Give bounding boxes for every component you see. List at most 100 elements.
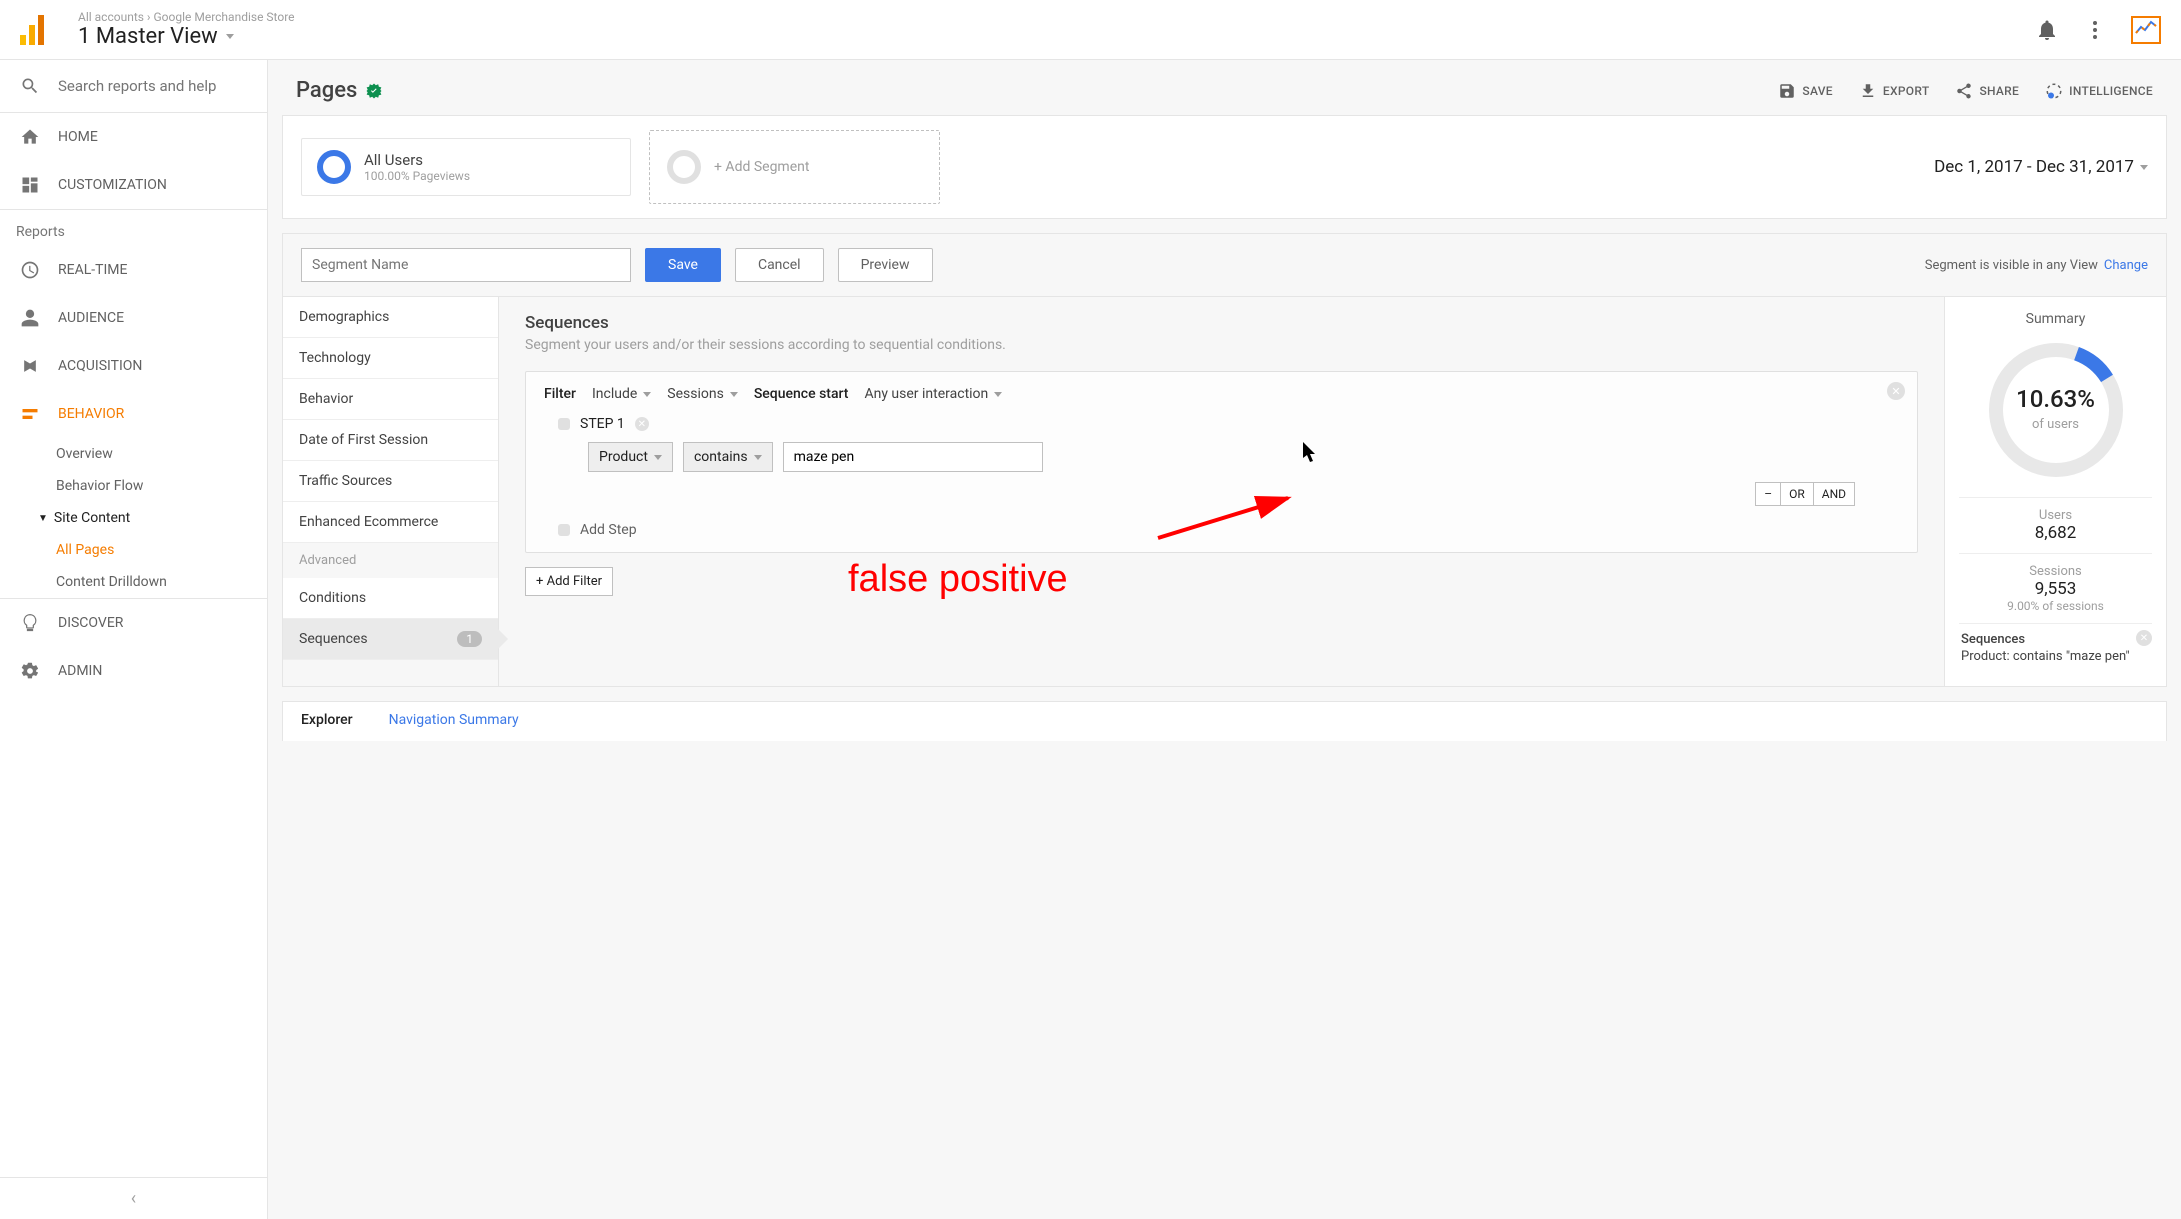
summary-percent: 10.63% — [1981, 385, 2131, 413]
sessions-label: Sessions — [1959, 564, 2152, 579]
remove-condition-button[interactable]: – — [1755, 482, 1781, 506]
sidebar: HOME CUSTOMIZATION Reports REAL-TIME AUD… — [0, 60, 268, 1219]
verified-icon — [365, 82, 383, 100]
seq-start-dropdown[interactable]: Any user interaction — [864, 386, 1002, 402]
breadcrumb[interactable]: All accounts › Google Merchandise Store — [78, 10, 295, 24]
nav-discover[interactable]: DISCOVER — [0, 599, 267, 647]
editor-title: Sequences — [525, 313, 1918, 333]
clock-icon — [20, 260, 40, 280]
topbar: All accounts › Google Merchandise Store … — [0, 0, 2181, 60]
nav-acquisition[interactable]: ACQUISITION — [0, 342, 267, 390]
dashboard-icon — [20, 175, 40, 195]
remove-filter-button[interactable]: ✕ — [1887, 382, 1905, 400]
main-content: Pages SAVE EXPORT SHARE INTELLIGENCE All… — [268, 60, 2181, 1219]
cat-ecommerce[interactable]: Enhanced Ecommerce — [283, 502, 498, 543]
cat-technology[interactable]: Technology — [283, 338, 498, 379]
bulb-icon — [20, 613, 40, 633]
nav-customization[interactable]: CUSTOMIZATION — [0, 161, 267, 209]
condition-value-input[interactable] — [783, 442, 1043, 472]
seq-summary-close[interactable]: ✕ — [2136, 630, 2152, 646]
scope-dropdown[interactable]: Sessions — [667, 386, 738, 402]
search-input[interactable] — [58, 77, 247, 95]
step-label: STEP 1 — [580, 416, 625, 432]
match-dropdown[interactable]: contains — [683, 442, 773, 472]
summary-title: Summary — [1959, 311, 2152, 327]
step-add-indicator-icon — [558, 524, 570, 536]
action-intelligence[interactable]: INTELLIGENCE — [2045, 82, 2153, 100]
sequence-editor: Sequences Segment your users and/or thei… — [499, 297, 1944, 686]
filter-label: Filter — [544, 386, 576, 402]
cat-demographics[interactable]: Demographics — [283, 297, 498, 338]
action-share[interactable]: SHARE — [1955, 82, 2019, 100]
date-range-picker[interactable]: Dec 1, 2017 - Dec 31, 2017 — [1934, 157, 2148, 177]
gear-icon — [20, 661, 40, 681]
advanced-header: Advanced — [283, 543, 498, 578]
nav-realtime[interactable]: REAL-TIME — [0, 246, 267, 294]
donut-icon — [316, 149, 352, 185]
or-button[interactable]: OR — [1780, 482, 1814, 506]
cat-traffic[interactable]: Traffic Sources — [283, 461, 498, 502]
add-filter-button[interactable]: + Add Filter — [525, 567, 613, 596]
behavior-icon — [20, 404, 40, 424]
nav-behavior[interactable]: BEHAVIOR — [0, 390, 267, 438]
preview-button[interactable]: Preview — [838, 248, 933, 282]
sidebar-collapse[interactable]: ‹ — [0, 1177, 267, 1219]
segment-name-input[interactable] — [301, 248, 631, 282]
include-dropdown[interactable]: Include — [592, 386, 651, 402]
sub-content-drilldown[interactable]: Content Drilldown — [0, 566, 267, 598]
segment-all-users[interactable]: All Users 100.00% Pageviews — [301, 138, 631, 196]
seq-summary-desc: Product: contains "maze pen" — [1961, 649, 2150, 664]
add-step-button[interactable]: Add Step — [558, 522, 1899, 538]
step-indicator-icon — [558, 418, 570, 430]
save-button[interactable]: Save — [645, 248, 721, 282]
users-label: Users — [1959, 508, 2152, 523]
save-icon — [1778, 82, 1796, 100]
view-title[interactable]: 1 Master View — [78, 24, 295, 49]
reports-header: Reports — [0, 210, 267, 246]
dimension-dropdown[interactable]: Product — [588, 442, 673, 472]
cat-behavior[interactable]: Behavior — [283, 379, 498, 420]
cat-first-session[interactable]: Date of First Session — [283, 420, 498, 461]
nav-audience[interactable]: AUDIENCE — [0, 294, 267, 342]
action-save[interactable]: SAVE — [1778, 82, 1832, 100]
editor-subtitle: Segment your users and/or their sessions… — [525, 337, 1918, 353]
share-icon — [1955, 82, 1973, 100]
remove-step-button[interactable]: ✕ — [635, 417, 649, 431]
summary-donut: 10.63% of users — [1981, 335, 2131, 485]
seq-summary-title: Sequences — [1961, 632, 2150, 647]
cancel-button[interactable]: Cancel — [735, 248, 824, 282]
acquisition-icon — [20, 356, 40, 376]
cat-conditions[interactable]: Conditions — [283, 578, 498, 619]
sequence-count-badge: 1 — [457, 631, 482, 647]
person-icon — [20, 308, 40, 328]
change-link[interactable]: Change — [2104, 258, 2148, 273]
report-tabs: Explorer Navigation Summary — [282, 701, 2167, 741]
home-icon — [20, 127, 40, 147]
more-vert-icon[interactable] — [2083, 18, 2107, 42]
donut-empty-icon — [666, 149, 702, 185]
ga-logo-icon — [20, 15, 44, 45]
sub-overview[interactable]: Overview — [0, 438, 267, 470]
tab-nav-summary[interactable]: Navigation Summary — [371, 702, 537, 741]
sub-site-content[interactable]: ▼Site Content — [0, 502, 267, 534]
add-segment[interactable]: + Add Segment — [649, 130, 940, 204]
category-list: Demographics Technology Behavior Date of… — [283, 297, 499, 686]
page-title: Pages — [296, 78, 383, 103]
insights-chart-icon[interactable] — [2131, 16, 2161, 44]
header-titles: All accounts › Google Merchandise Store … — [78, 10, 295, 49]
users-value: 8,682 — [1959, 523, 2152, 543]
sub-behavior-flow[interactable]: Behavior Flow — [0, 470, 267, 502]
tab-explorer[interactable]: Explorer — [283, 702, 371, 741]
visibility-text: Segment is visible in any ViewChange — [1925, 258, 2148, 273]
export-icon — [1859, 82, 1877, 100]
and-button[interactable]: AND — [1813, 482, 1855, 506]
cat-sequences[interactable]: Sequences1 — [283, 619, 498, 660]
nav-home[interactable]: HOME — [0, 113, 267, 161]
sub-all-pages[interactable]: All Pages — [0, 534, 267, 566]
sessions-value: 9,553 — [1959, 579, 2152, 599]
bell-icon[interactable] — [2035, 18, 2059, 42]
nav-admin[interactable]: ADMIN — [0, 647, 267, 695]
search-icon[interactable] — [20, 76, 40, 96]
seq-start-label: Sequence start — [754, 386, 849, 402]
action-export[interactable]: EXPORT — [1859, 82, 1930, 100]
